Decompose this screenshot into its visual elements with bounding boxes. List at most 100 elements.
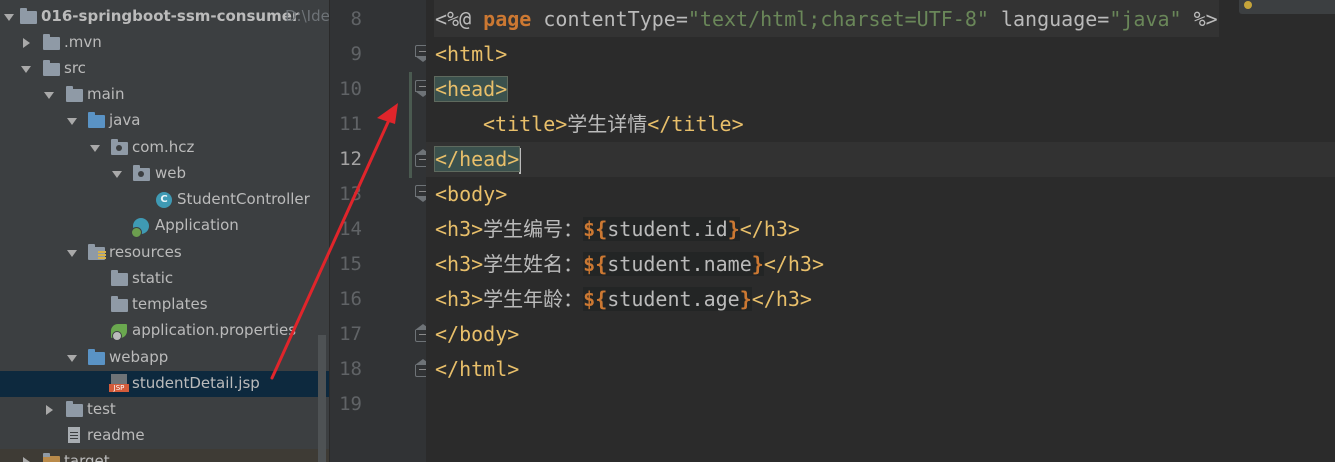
label-text: 学生年龄： [483, 287, 584, 311]
code-line-10[interactable]: <head> [433, 72, 509, 107]
tree-item-java[interactable]: java [0, 108, 329, 134]
label-text: 学生编号： [483, 217, 584, 241]
tree-item-label: test [87, 400, 116, 418]
vcs-change-marker[interactable] [409, 72, 412, 178]
expand-arrow-icon[interactable] [20, 56, 32, 82]
folder-icon [66, 86, 83, 102]
expand-arrow-icon[interactable] [89, 135, 101, 161]
tree-item-label: readme [87, 426, 145, 444]
code-line-18[interactable]: </html> [435, 352, 519, 387]
tree-item-templates[interactable]: templates [0, 292, 329, 318]
expand-arrow-icon[interactable] [66, 108, 78, 134]
code-line-15[interactable]: <h3>学生姓名：${student.name}</h3> [435, 247, 824, 282]
folder-icon [111, 270, 128, 286]
spring-boot-app-icon [131, 218, 149, 238]
title-open-tag: <title> [483, 112, 568, 136]
package-icon [111, 139, 128, 155]
tree-item-label: static [132, 269, 174, 287]
expand-arrow-icon[interactable] [43, 82, 55, 108]
tree-item-label: main [87, 85, 125, 103]
tree-item-com-hcz[interactable]: com.hcz [0, 135, 329, 161]
tree-item-src[interactable]: src [0, 56, 329, 82]
tree-item-readme[interactable]: readme [0, 423, 329, 449]
line-number: 11 [339, 113, 362, 135]
line-number: 14 [339, 218, 362, 240]
code-line-11[interactable]: <title>学生详情</title> [483, 107, 744, 142]
tree-item-application-properties[interactable]: application.properties [0, 318, 329, 344]
tree-scrollbar[interactable] [318, 335, 326, 462]
tree-item-target[interactable]: target [0, 449, 329, 462]
tree-item-label: Application [155, 216, 239, 234]
tree-item-web[interactable]: web [0, 161, 329, 187]
code-line-17[interactable]: </body> [435, 317, 519, 352]
tree-item-test[interactable]: test [0, 397, 329, 423]
project-tree-panel: 016-springboot-ssm-consumer D:\Idea .mvn… [0, 0, 329, 462]
collapse-arrow-icon[interactable] [20, 449, 32, 462]
tree-item-label: com.hcz [132, 138, 195, 156]
h3-open-tag: <h3> [435, 252, 484, 276]
tree-item-static[interactable]: static [0, 266, 329, 292]
folder-icon [66, 401, 83, 417]
code-line-9[interactable]: <html> [435, 37, 507, 72]
h3-close-tag: </h3> [751, 287, 812, 311]
collapse-arrow-icon[interactable] [20, 30, 32, 56]
code-line-14[interactable]: <h3>学生编号：${student.id}</h3> [435, 212, 800, 247]
html-close-tag: </html> [435, 357, 520, 381]
text-caret [519, 147, 522, 174]
line-number: 17 [339, 323, 362, 345]
expand-arrow-icon[interactable] [3, 4, 15, 30]
source-folder-icon [88, 112, 105, 128]
tree-root-label: 016-springboot-ssm-consumer [41, 7, 300, 25]
folder-icon [43, 60, 60, 76]
module-folder-icon [20, 8, 37, 24]
line-number: 15 [339, 253, 362, 275]
tree-item-label: templates [132, 295, 208, 313]
tree-item-label: java [109, 111, 141, 129]
tree-item-student-controller[interactable]: C StudentController [0, 187, 329, 213]
java-class-icon: C [156, 192, 172, 208]
expand-arrow-icon[interactable] [66, 345, 78, 371]
tree-item-label: src [64, 59, 86, 77]
tree-item-label: studentDetail.jsp [132, 374, 260, 392]
excluded-folder-icon [43, 453, 60, 462]
line-number: 10 [339, 78, 362, 100]
tree-item-webapp[interactable]: webapp [0, 345, 329, 371]
attribute-name: contentType= [543, 7, 688, 31]
tree-item-label: target [64, 452, 110, 462]
line-number-current: 12 [339, 148, 362, 170]
attribute-name: language= [1000, 7, 1110, 31]
code-line-12[interactable]: </head> [433, 142, 522, 177]
tree-root[interactable]: 016-springboot-ssm-consumer D:\Idea [0, 4, 329, 30]
directive-name: page [483, 7, 532, 31]
el-start: ${ [583, 217, 608, 241]
jsp-directive-open: <%@ [435, 7, 472, 31]
tree-item-label: web [155, 164, 187, 182]
el-end: } [739, 287, 752, 311]
tree-item-resources[interactable]: resources [0, 240, 329, 266]
tree-item-mvn[interactable]: .mvn [0, 30, 329, 56]
tree-item-student-detail-jsp[interactable]: studentDetail.jsp [0, 371, 329, 397]
code-editor[interactable]: <%@ page contentType="text/html;charset=… [426, 0, 1335, 462]
head-tag-matched: <head> [433, 76, 509, 102]
code-line-8[interactable]: <%@ page contentType="text/html;charset=… [435, 2, 1218, 37]
text-file-icon [68, 427, 80, 443]
tree-item-label: application.properties [132, 321, 297, 339]
collapse-arrow-icon[interactable] [43, 397, 55, 423]
expand-arrow-icon[interactable] [111, 161, 123, 187]
tree-item-label: .mvn [64, 33, 102, 51]
title-text: 学生详情 [567, 112, 648, 136]
tree-item-main[interactable]: main [0, 82, 329, 108]
head-close-tag-matched: </head> [433, 146, 521, 172]
tree-item-label: resources [109, 243, 182, 261]
resources-folder-icon [88, 244, 106, 260]
tree-item-application[interactable]: Application [0, 213, 329, 239]
inspection-indicator-icon[interactable] [1239, 0, 1335, 14]
attribute-value: "text/html;charset=UTF-8" [687, 7, 989, 31]
jsp-file-icon [109, 374, 129, 392]
expand-arrow-icon[interactable] [66, 240, 78, 266]
h3-open-tag: <h3> [435, 217, 484, 241]
line-number: 18 [339, 358, 362, 380]
code-line-16[interactable]: <h3>学生年龄：${student.age}</h3> [435, 282, 812, 317]
code-line-13[interactable]: <body> [435, 177, 507, 212]
package-icon [133, 165, 150, 181]
